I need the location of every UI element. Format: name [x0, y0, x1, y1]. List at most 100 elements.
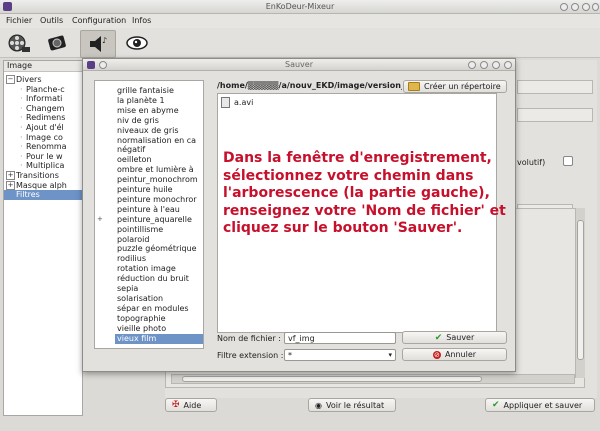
- menu-configuration[interactable]: Configuration: [72, 16, 126, 25]
- minimize-icon[interactable]: [571, 3, 579, 11]
- tree-item[interactable]: · Planche-c: [4, 85, 82, 95]
- menu-fichier[interactable]: Fichier: [6, 16, 32, 25]
- tree-item[interactable]: · Pour le w: [4, 152, 82, 162]
- directory-item[interactable]: normalisation en ca: [115, 136, 203, 146]
- tree-header: Image: [4, 61, 82, 72]
- tree-item[interactable]: · Multiplica: [4, 161, 82, 171]
- directory-name: niv de gris: [117, 115, 159, 125]
- filename-label: Nom de fichier :: [217, 334, 281, 343]
- tree-item[interactable]: · Renomma: [4, 142, 82, 152]
- scrollbar-thumb[interactable]: [182, 376, 482, 382]
- directory-name: grille fantaisie: [117, 86, 174, 95]
- directory-item[interactable]: vieille photo: [115, 324, 203, 334]
- option-field[interactable]: [517, 80, 593, 94]
- horizontal-scrollbar[interactable]: [171, 374, 575, 384]
- tree-item-label: Transitions: [16, 171, 59, 180]
- directory-item[interactable]: rodilius: [115, 254, 203, 264]
- preview-button-label: Voir le résultat: [325, 400, 385, 410]
- cancel-button[interactable]: ⊘ Annuler: [402, 348, 507, 361]
- camera-button[interactable]: [40, 30, 74, 56]
- tree-item[interactable]: Filtres: [4, 190, 82, 201]
- vertical-scrollbar[interactable]: [575, 208, 585, 378]
- directory-item[interactable]: pointillisme: [115, 225, 203, 235]
- filter-select[interactable]: * ▾: [284, 349, 396, 361]
- film-reel-button[interactable]: [2, 30, 36, 56]
- tree-expander-icon[interactable]: +: [6, 180, 15, 190]
- directory-item[interactable]: ombre et lumière à: [115, 165, 203, 175]
- directory-item[interactable]: peinture monochror: [115, 195, 203, 205]
- help-button[interactable]: ✠ Aide: [165, 398, 217, 412]
- directory-item[interactable]: réduction du bruit: [115, 274, 203, 284]
- tree-branch-icon: ·: [20, 113, 23, 123]
- tree-item[interactable]: · Ajout d'él: [4, 123, 82, 133]
- tree-item[interactable]: − Divers: [4, 75, 82, 85]
- file-name: a.avi: [234, 97, 254, 107]
- tree-item[interactable]: · Redimens: [4, 113, 82, 123]
- filter-value: *: [288, 351, 292, 360]
- directory-item[interactable]: peinture huile: [115, 185, 203, 195]
- directory-item[interactable]: mise en abyme: [115, 106, 203, 116]
- help-window-icon[interactable]: [468, 61, 476, 69]
- tree-item[interactable]: · Informati: [4, 94, 82, 104]
- music-speaker-button[interactable]: ♪: [80, 30, 116, 58]
- directory-item[interactable]: niv de gris: [115, 115, 203, 126]
- tree-item[interactable]: + Masque alph: [4, 180, 82, 191]
- tree-expander-icon[interactable]: +: [97, 215, 103, 223]
- preview-button[interactable]: ◉ Voir le résultat: [308, 398, 396, 412]
- directory-item[interactable]: peinture à l'eau: [115, 205, 203, 215]
- window-titlebar: EnKoDeur-Mixeur: [0, 0, 600, 14]
- tree-item[interactable]: · Changem: [4, 104, 82, 114]
- directory-item[interactable]: topographie: [115, 314, 203, 324]
- tree-branch-icon: ·: [20, 123, 23, 132]
- directory-item[interactable]: vieux film: [115, 333, 203, 344]
- file-item[interactable]: a.avi: [221, 96, 254, 108]
- eye-button[interactable]: [120, 30, 154, 56]
- scrollbar-thumb[interactable]: [577, 220, 584, 360]
- save-button[interactable]: ✔ Sauver: [402, 331, 507, 344]
- directory-item[interactable]: la planète 1: [115, 96, 203, 106]
- music-speaker-icon: ♪: [90, 36, 107, 52]
- tree-item-label: Renomma: [26, 142, 67, 152]
- close-icon[interactable]: [592, 3, 599, 11]
- menu-infos[interactable]: Infos: [132, 16, 151, 25]
- filename-input[interactable]: vf_img: [284, 332, 396, 344]
- directory-item[interactable]: sépar en modules: [115, 303, 203, 314]
- option-field[interactable]: [517, 108, 593, 122]
- directory-item[interactable]: rotation image: [115, 264, 203, 274]
- tree-item-label: Ajout d'él: [26, 123, 64, 132]
- close-icon[interactable]: [504, 61, 512, 69]
- tree-item[interactable]: + Transitions: [4, 171, 82, 181]
- directory-item[interactable]: grille fantaisie: [115, 86, 203, 96]
- filter-label: Filtre extension :: [217, 351, 284, 360]
- maximize-icon[interactable]: [492, 61, 500, 69]
- create-directory-label: Créer un répertoire: [424, 82, 501, 91]
- directory-name: ombre et lumière à: [117, 165, 194, 175]
- directory-item[interactable]: puzzle géométrique: [115, 244, 203, 254]
- directory-item[interactable]: sepia: [115, 284, 203, 294]
- tree-expander-icon[interactable]: −: [6, 75, 15, 84]
- directory-tree[interactable]: grille fantaisie la planète 1 mise en abym…: [94, 80, 204, 349]
- tree-branch-icon: ·: [20, 94, 23, 104]
- tree-item-label: Filtres: [16, 190, 40, 200]
- help-window-icon[interactable]: [560, 3, 568, 11]
- new-folder-icon: [408, 82, 420, 91]
- apply-save-button[interactable]: ✔ Appliquer et sauver: [485, 398, 595, 412]
- maximize-icon[interactable]: [582, 3, 590, 11]
- directory-item[interactable]: peinture_aquarelle: [115, 214, 203, 225]
- menu-outils[interactable]: Outils: [40, 16, 63, 25]
- directory-item[interactable]: négatif: [115, 145, 203, 155]
- directory-item[interactable]: polaroid: [115, 235, 203, 245]
- option-checkbox[interactable]: [563, 156, 573, 166]
- directory-name: négatif: [117, 145, 146, 155]
- directory-item[interactable]: peintur_monochrom: [115, 175, 203, 185]
- tree-expander-icon[interactable]: +: [6, 171, 15, 180]
- directory-name: sépar en modules: [117, 303, 189, 313]
- tree-item[interactable]: · Image co: [4, 133, 82, 143]
- directory-item[interactable]: oeilleton: [115, 155, 203, 165]
- minimize-icon[interactable]: [480, 61, 488, 69]
- directory-item[interactable]: solarisation: [115, 294, 203, 304]
- lifebuoy-icon: ✠: [172, 400, 180, 410]
- directory-name: peinture_aquarelle: [117, 214, 192, 224]
- directory-item[interactable]: niveaux de gris: [115, 126, 203, 136]
- create-directory-button[interactable]: Créer un répertoire: [403, 80, 507, 93]
